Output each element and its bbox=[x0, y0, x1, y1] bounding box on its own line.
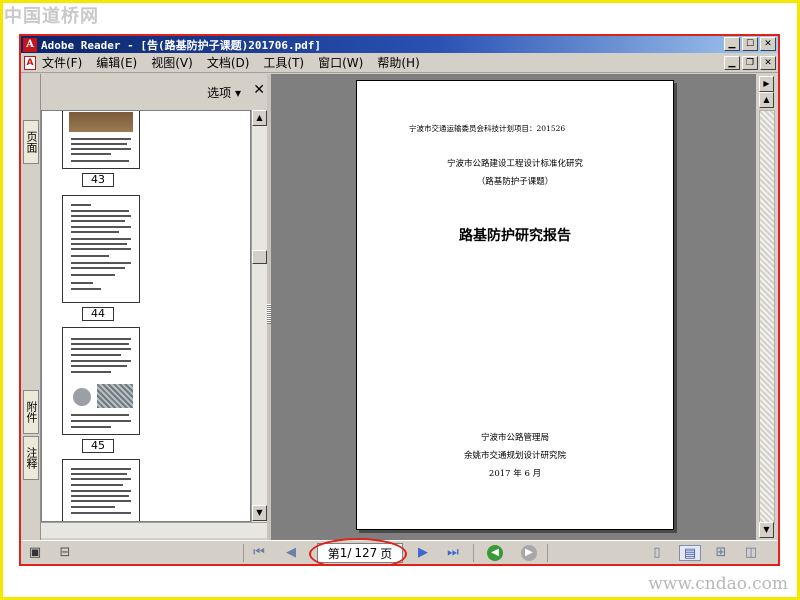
document-icon[interactable]: A bbox=[24, 55, 36, 70]
doc-restore-button[interactable]: ❐ bbox=[742, 56, 758, 70]
doc-main-title: 路基防护研究报告 bbox=[459, 228, 571, 244]
title-bar[interactable]: A Adobe Reader - [告(路基防护子课题)201706.pdf] … bbox=[21, 36, 778, 53]
close-panel-icon[interactable]: ✕ bbox=[253, 82, 265, 98]
thumbnail-list[interactable]: 43 44 45 bbox=[41, 110, 251, 522]
tab-comments[interactable]: 注释 bbox=[23, 436, 39, 480]
doc-org-2: 余姚市交通规划设计研究院 bbox=[463, 451, 566, 461]
page-thumbnail[interactable] bbox=[62, 111, 140, 169]
single-page-view-icon[interactable]: ▯ bbox=[649, 545, 665, 561]
page-thumbnail[interactable] bbox=[62, 459, 140, 521]
adobe-app-icon[interactable]: A bbox=[23, 37, 37, 52]
minimize-button[interactable]: ▁ bbox=[724, 37, 740, 51]
doc-subtitle-1: 宁波市公路建设工程设计标准化研究 bbox=[446, 159, 583, 169]
go-back-icon[interactable]: ◀ bbox=[487, 545, 503, 561]
thumbnail-image bbox=[73, 388, 91, 406]
watermark-top: 中国道桥网 bbox=[4, 6, 99, 27]
last-page-icon[interactable]: ⏭ bbox=[445, 545, 461, 561]
thumbnail-label: 44 bbox=[82, 307, 114, 321]
scroll-down-icon[interactable]: ▼ bbox=[759, 522, 774, 538]
thumbnail-hscrollbar[interactable] bbox=[41, 522, 267, 538]
facing-view-icon[interactable]: ⊞ bbox=[713, 545, 729, 561]
continuous-view-icon[interactable]: ▤ bbox=[679, 545, 701, 561]
nav-panel-header: 选项 ▾ ✕ bbox=[41, 74, 271, 110]
maximize-button[interactable]: ☐ bbox=[742, 37, 758, 51]
thumbnail-label: 45 bbox=[82, 439, 114, 453]
thumbnail-scrollbar[interactable]: ▲ ▼ bbox=[251, 110, 267, 522]
doc-date: 2017 年 6 月 bbox=[488, 469, 542, 479]
scroll-thumb[interactable] bbox=[252, 250, 267, 264]
menu-file[interactable]: 文件(F) bbox=[42, 54, 82, 71]
menu-edit[interactable]: 编辑(E) bbox=[96, 54, 137, 71]
page-thumbnail[interactable] bbox=[62, 195, 140, 303]
first-page-icon[interactable]: ⏮ bbox=[251, 545, 267, 561]
menu-view[interactable]: 视图(V) bbox=[151, 54, 193, 71]
document-view[interactable]: 宁波市交通运输委员会科技计划项目：201526 宁波市公路建设工程设计标准化研究… bbox=[271, 74, 756, 540]
thumbnail-image bbox=[97, 384, 133, 408]
scroll-up-icon[interactable]: ▲ bbox=[252, 110, 267, 126]
close-button[interactable]: ✕ bbox=[760, 37, 776, 51]
monitor-icon[interactable]: ▣ bbox=[27, 545, 43, 561]
side-tabs: 页面 附件 注释 bbox=[21, 74, 41, 540]
status-toolbar: ▣ ⊟ ⏮ ◀ 第 1 / 127 页 ▶ ⏭ ◀ ▶ ▯ ▤ ⊞ ◫ bbox=[21, 538, 778, 564]
navigation-panel: 页面 附件 注释 选项 ▾ ✕ 43 44 45 ▲ ▼ bbox=[21, 74, 271, 540]
menu-document[interactable]: 文档(D) bbox=[207, 54, 250, 71]
scroll-up-icon[interactable]: ▲ bbox=[759, 92, 774, 108]
highlight-circle bbox=[309, 538, 407, 564]
menu-tools[interactable]: 工具(T) bbox=[263, 54, 304, 71]
thumbnail-label: 43 bbox=[82, 173, 114, 187]
window-title: Adobe Reader - [告(路基防护子课题)201706.pdf] bbox=[41, 38, 322, 52]
go-forward-icon[interactable]: ▶ bbox=[521, 545, 537, 561]
project-line: 宁波市交通运输委员会科技计划项目：201526 bbox=[409, 124, 566, 133]
scroll-right-arrow-icon[interactable]: ▶ bbox=[759, 76, 774, 92]
doc-org-1: 宁波市公路管理局 bbox=[480, 433, 549, 443]
page-thumbnail[interactable] bbox=[62, 327, 140, 435]
tab-attachments[interactable]: 附件 bbox=[23, 390, 39, 434]
prev-page-icon[interactable]: ◀ bbox=[283, 545, 299, 561]
options-dropdown[interactable]: 选项 ▾ bbox=[207, 84, 241, 101]
page-options-icon[interactable]: ⊟ bbox=[57, 545, 73, 561]
menu-help[interactable]: 帮助(H) bbox=[377, 54, 419, 71]
watermark-bottom: www.cndao.com bbox=[648, 574, 788, 594]
doc-subtitle-2: （路基防护子课题） bbox=[476, 177, 554, 187]
scroll-down-icon[interactable]: ▼ bbox=[252, 505, 267, 521]
next-page-icon[interactable]: ▶ bbox=[415, 545, 431, 561]
doc-close-button[interactable]: ✕ bbox=[760, 56, 776, 70]
continuous-facing-view-icon[interactable]: ◫ bbox=[743, 545, 759, 561]
menu-bar: A 文件(F) 编辑(E) 视图(V) 文档(D) 工具(T) 窗口(W) 帮助… bbox=[21, 53, 778, 73]
doc-minimize-button[interactable]: ▁ bbox=[724, 56, 740, 70]
scroll-track[interactable] bbox=[759, 110, 775, 524]
thumbnail-photo bbox=[69, 112, 133, 132]
tab-pages[interactable]: 页面 bbox=[23, 120, 39, 164]
pdf-page: 宁波市交通运输委员会科技计划项目：201526 宁波市公路建设工程设计标准化研究… bbox=[356, 80, 674, 530]
menu-window[interactable]: 窗口(W) bbox=[318, 54, 363, 71]
adobe-reader-window: A Adobe Reader - [告(路基防护子课题)201706.pdf] … bbox=[19, 34, 780, 566]
document-scrollbar[interactable]: ▶ ▲ ▼ bbox=[756, 74, 778, 540]
